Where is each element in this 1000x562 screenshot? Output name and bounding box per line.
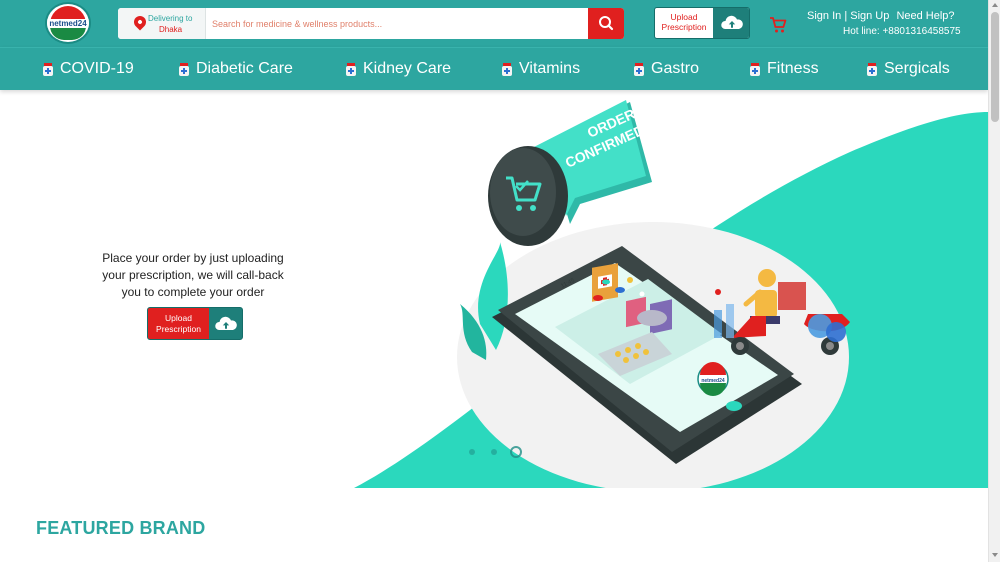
cart-icon[interactable] (769, 16, 787, 34)
site-logo[interactable]: netmed24 (45, 2, 91, 44)
category-label: Gastro (651, 60, 700, 77)
sign-in-link[interactable]: Sign In (807, 10, 841, 22)
header: netmed24 Delivering to Dhaka Upload Pres… (0, 0, 988, 47)
upload-label-line1: Upload (670, 12, 698, 22)
category-diabetic-care[interactable]: Diabetic Care (176, 59, 293, 79)
carousel-dot-2[interactable] (491, 449, 497, 455)
hero-button-line1: Upload (165, 313, 192, 323)
account-separator: | (844, 10, 848, 22)
need-help-link[interactable]: Need Help? (896, 10, 954, 22)
upload-label-line2: Prescription (661, 22, 707, 32)
category-label: Kidney Care (363, 60, 452, 77)
featured-brand-title: FEATURED BRAND (36, 518, 206, 538)
hero-description: Place your order by just uploading your … (80, 250, 306, 301)
location-pin-icon (131, 13, 149, 31)
scroll-down-icon[interactable] (992, 553, 998, 557)
upload-icon-box (713, 8, 749, 38)
category-nav: COVID-19 Diabetic Care Kidney Care Vitam… (0, 47, 988, 90)
logo-text: netmed24 (47, 19, 89, 28)
cart-disc (488, 146, 568, 246)
category-vitamins[interactable]: Vitamins (499, 59, 580, 79)
medicine-bottle-icon (346, 63, 356, 76)
category-gastro[interactable]: Gastro (631, 59, 699, 79)
logo-green-arc (50, 26, 86, 40)
category-label: Sergicals (884, 60, 950, 77)
medicine-bottle-icon (634, 63, 644, 76)
hero-text-line1: Place your order by just uploading (102, 251, 284, 265)
upload-icon-box (209, 308, 242, 339)
account-links: Sign In | Sign Up Need Help? (807, 10, 955, 22)
page: netmed24 Delivering to Dhaka Upload Pres… (0, 0, 1000, 562)
search-button[interactable] (588, 8, 624, 39)
upload-prescription-hero-button[interactable]: Upload Prescription (147, 307, 243, 340)
sign-up-link[interactable]: Sign Up (850, 10, 889, 22)
upload-prescription-hero-label: Upload Prescription (148, 308, 209, 339)
hero-button-line2: Prescription (156, 324, 201, 334)
carousel-dot-1[interactable] (469, 449, 475, 455)
carousel-dot-3[interactable] (510, 446, 522, 458)
medicine-bottle-icon (43, 63, 53, 76)
hero-text-line2: your prescription, we will call-back (102, 268, 284, 282)
search-icon (599, 16, 614, 31)
page-scrollbar[interactable] (988, 0, 1000, 562)
category-kidney-care[interactable]: Kidney Care (343, 59, 451, 79)
category-covid-19[interactable]: COVID-19 (40, 59, 134, 79)
upload-prescription-label: Upload Prescription (655, 12, 713, 32)
medicine-bottle-icon (867, 63, 877, 76)
upload-prescription-header-button[interactable]: Upload Prescription (654, 7, 750, 39)
delivery-location-selector[interactable]: Delivering to Dhaka (118, 8, 206, 39)
phone-logo-text: netmed24 (701, 378, 725, 384)
category-label: Vitamins (519, 60, 581, 77)
hotline-text: Hot line: +8801316458575 (843, 26, 961, 37)
hero-illustration: ORDER CONFIRMED 11:45 netmed24 (354, 100, 988, 488)
cloud-upload-icon (215, 316, 237, 330)
category-fitness[interactable]: Fitness (747, 59, 819, 79)
category-label: COVID-19 (60, 60, 134, 77)
medicine-bottle-icon (502, 63, 512, 76)
delivery-label: Delivering to (148, 14, 193, 23)
delivery-city: Dhaka (159, 25, 183, 34)
category-sergicals[interactable]: Sergicals (864, 59, 950, 79)
scroll-thumb[interactable] (991, 12, 999, 122)
hero-text-line3: you to complete your order (121, 285, 265, 299)
cloud-upload-icon (721, 15, 743, 29)
medicine-bottle-icon (179, 63, 189, 76)
category-label: Diabetic Care (196, 60, 293, 77)
search-input[interactable] (210, 8, 588, 39)
category-label: Fitness (767, 60, 819, 77)
search-bar: Delivering to Dhaka (118, 8, 624, 39)
scroll-up-icon[interactable] (992, 3, 998, 7)
medicine-bottle-icon (750, 63, 760, 76)
